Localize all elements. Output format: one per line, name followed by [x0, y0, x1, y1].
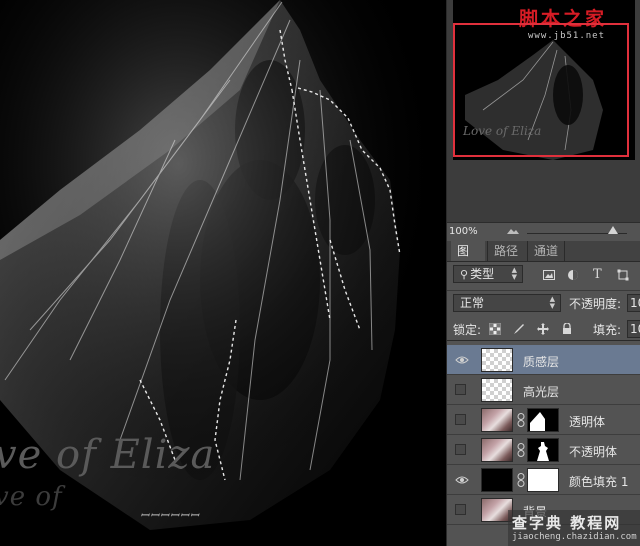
eye-icon[interactable]: [455, 473, 469, 487]
layer-thumbnail[interactable]: [481, 348, 513, 372]
layer-thumbnail[interactable]: [481, 408, 513, 432]
layer-mask-thumbnail[interactable]: [527, 408, 559, 432]
type-filter-icon[interactable]: T: [593, 267, 605, 282]
layers-panel-tabs: 图层 路径 通道: [447, 241, 640, 278]
lock-transparent-pixels-icon[interactable]: [489, 323, 501, 335]
footer-watermark-url: jiaocheng.chazidian.com: [512, 532, 637, 542]
tab-paths[interactable]: 路径: [487, 241, 525, 261]
lock-image-pixels-icon[interactable]: [513, 323, 525, 335]
zoom-row: 100%: [447, 222, 640, 241]
layer-name[interactable]: 不透明体: [569, 443, 617, 460]
image-filter-icon[interactable]: [543, 269, 555, 281]
fill-label: 填充:: [593, 323, 622, 337]
navigator-panel: 脚本之家 www.jb51.net Love of Eliza: [447, 0, 640, 222]
blend-mode-value: 正常: [460, 296, 485, 310]
visibility-toggle-off[interactable]: [455, 504, 466, 515]
layer-row-opaque[interactable]: 不透明体: [447, 435, 640, 465]
watermark-line-1: ve of Eliza: [0, 432, 216, 478]
navigator-view-box[interactable]: [453, 23, 629, 157]
footer-watermark: 查字典 教程网 jiaocheng.chazidian.com: [508, 510, 640, 546]
tab-channels[interactable]: 通道: [527, 241, 565, 261]
signature-mark: ꟷꟷꟷꟷꟷꟷ: [140, 509, 200, 522]
fill-field[interactable]: 10: [627, 320, 640, 338]
visibility-toggle-off[interactable]: [455, 384, 466, 395]
zoom-out-mountain-icon[interactable]: [507, 228, 519, 234]
layer-thumbnail[interactable]: [481, 438, 513, 462]
layer-name[interactable]: 透明体: [569, 413, 605, 430]
mask-figure-graphic: [537, 442, 549, 461]
opacity-label: 不透明度:: [569, 297, 622, 311]
shape-filter-icon[interactable]: [617, 269, 629, 281]
visibility-toggle-off[interactable]: [455, 414, 466, 425]
watermark-line-2: ve of: [0, 482, 63, 512]
chain-link-icon[interactable]: [517, 473, 525, 487]
zoom-slider-handle[interactable]: [608, 226, 618, 234]
document-canvas[interactable]: ve of Eliza ve of ꟷꟷꟷꟷꟷꟷ: [0, 0, 446, 546]
lock-label: 锁定:: [453, 323, 482, 337]
layer-filter-row: ⚲ 类型 ▲ ▼ T: [447, 263, 640, 285]
layer-name[interactable]: 质感层: [523, 353, 559, 370]
tab-layers[interactable]: 图层: [451, 241, 485, 278]
layer-filter-select[interactable]: ⚲ 类型 ▲ ▼: [453, 265, 523, 283]
chain-link-icon[interactable]: [517, 443, 525, 457]
layer-thumbnail[interactable]: [481, 468, 513, 492]
layer-row-color-fill[interactable]: 颜色填充 1: [447, 465, 640, 495]
layer-row-transparent[interactable]: 透明体: [447, 405, 640, 435]
layer-row-texture[interactable]: 质感层: [447, 345, 640, 375]
lock-position-icon[interactable]: [537, 323, 549, 335]
layer-thumbnail[interactable]: [481, 378, 513, 402]
visibility-toggle-off[interactable]: [455, 444, 466, 455]
layer-mask-thumbnail[interactable]: [527, 468, 559, 492]
search-icon: ⚲: [460, 268, 469, 281]
layer-name[interactable]: 高光层: [523, 383, 559, 400]
mask-shape-graphic: [530, 412, 545, 431]
chain-link-icon[interactable]: [517, 413, 525, 427]
layer-name[interactable]: 颜色填充 1: [569, 473, 628, 490]
select-arrows-icon: ▲ ▼: [511, 266, 517, 281]
filter-select-label: 类型: [470, 267, 495, 281]
zoom-value[interactable]: 100%: [449, 226, 478, 237]
select-arrows-icon: ▲ ▼: [549, 295, 555, 310]
blend-mode-row: 正常 ▲▼ 不透明度: 10: [447, 290, 640, 313]
lock-all-icon[interactable]: [561, 323, 573, 335]
eye-icon[interactable]: [455, 353, 469, 367]
blend-mode-select[interactable]: 正常 ▲ ▼: [453, 294, 561, 312]
footer-watermark-title: 查字典 教程网: [512, 514, 622, 532]
right-panel: 脚本之家 www.jb51.net Love of Eliza 100% 图层 …: [446, 0, 640, 546]
opacity-field[interactable]: 10: [627, 294, 640, 312]
adjustment-filter-icon[interactable]: [567, 269, 579, 281]
lock-row: 锁定: 填充: 10: [447, 318, 640, 341]
layer-row-highlight[interactable]: 高光层: [447, 375, 640, 405]
layer-mask-thumbnail[interactable]: [527, 438, 559, 462]
